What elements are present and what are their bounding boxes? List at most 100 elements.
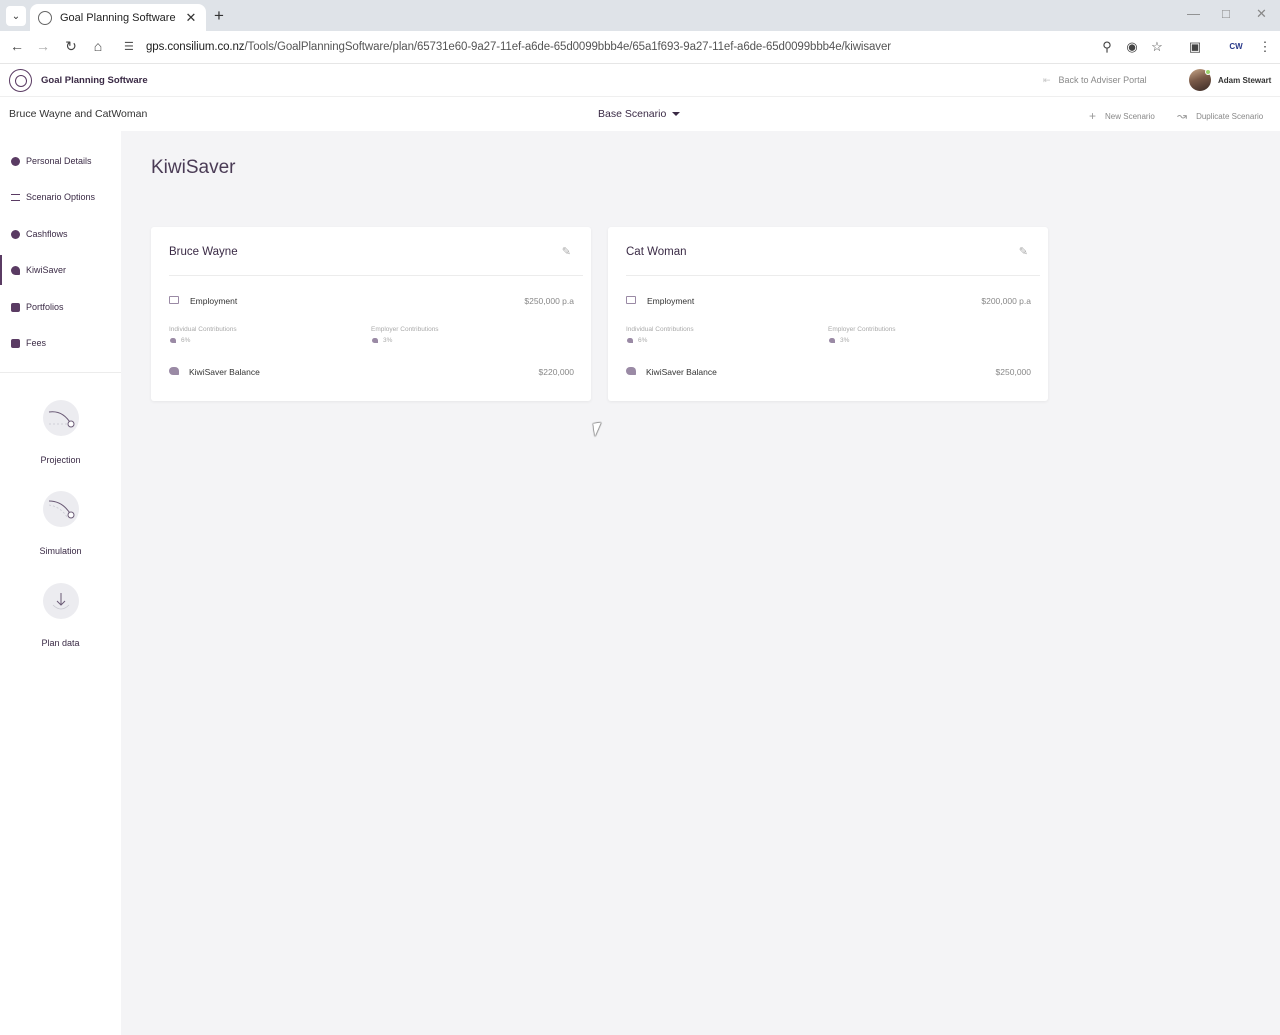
menu-icon[interactable]: ⋮ [1256, 39, 1274, 55]
sidebar-item-kiwisaver[interactable]: KiwiSaver [0, 255, 121, 285]
briefcase-icon [626, 296, 636, 304]
duplicate-scenario-button[interactable]: ↝ Duplicate Scenario [1177, 109, 1263, 123]
user-name[interactable]: Adam Stewart [1218, 76, 1271, 85]
zoom-icon[interactable]: ⚲ [1098, 39, 1116, 55]
new-scenario-button[interactable]: + New Scenario [1089, 109, 1155, 123]
employer-contributions-value: 3% [383, 337, 393, 344]
status-dot [1205, 69, 1211, 75]
sidebar-item-label: Personal Details [26, 156, 92, 166]
kiwisaver-balance-value: $220,000 [538, 367, 574, 377]
url-host: gps.consilium.co.nz [146, 41, 245, 53]
kiwisaver-balance-value: $250,000 [995, 367, 1031, 377]
card-divider [169, 275, 583, 276]
tool-projection[interactable]: Projection [0, 400, 121, 465]
minimize-icon[interactable]: — [1187, 6, 1200, 21]
tool-simulation[interactable]: Simulation [0, 491, 121, 556]
individual-contributions-value: 6% [181, 337, 191, 344]
kiwi-icon [829, 338, 835, 343]
tool-label: Plan data [41, 638, 80, 648]
projection-icon [42, 400, 79, 436]
individual-contributions-label: Individual Contributions [169, 326, 237, 333]
kiwi-icon [169, 367, 179, 375]
reload-icon[interactable]: ↻ [62, 38, 80, 55]
kiwi-icon [170, 338, 176, 343]
app-header: Goal Planning Software ⇤ Back to Adviser … [0, 64, 1280, 97]
back-to-portal-link[interactable]: ⇤ Back to Adviser Portal [1043, 75, 1147, 86]
dollar-circle-icon [11, 229, 20, 239]
plan-header: Bruce Wayne and CatWoman Base Scenario +… [0, 97, 1280, 131]
briefcase-icon [169, 296, 179, 304]
sidebar-item-cashflows[interactable]: Cashflows [0, 219, 121, 249]
eye-icon[interactable]: ◉ [1123, 39, 1141, 55]
scenario-dropdown[interactable]: Base Scenario [598, 108, 681, 120]
tab-title: Goal Planning Software [60, 11, 176, 24]
sidebar-item-label: Cashflows [26, 229, 68, 239]
star-icon[interactable]: ☆ [1148, 39, 1166, 55]
client-name: Bruce Wayne and CatWoman [9, 108, 148, 120]
logo-icon[interactable] [9, 69, 32, 92]
browser-toolbar: ← → ↻ ⌂ ☰ gps.consilium.co.nz/Tools/Goal… [0, 31, 1280, 64]
exit-icon: ⇤ [1043, 75, 1051, 85]
mouse-cursor-icon [593, 422, 603, 437]
employment-value: $250,000 p.a [524, 296, 574, 306]
wallet-icon [11, 338, 20, 348]
kiwi-icon [372, 338, 378, 343]
sidebar-item-fees[interactable]: Fees [0, 328, 121, 358]
kiwi-icon [627, 338, 633, 343]
tool-label: Projection [40, 455, 81, 465]
kiwisaver-balance-label: KiwiSaver Balance [646, 367, 717, 377]
individual-contributions-value: 6% [638, 337, 648, 344]
tab-search-button[interactable]: ⌄ [6, 6, 26, 26]
back-arrow-icon[interactable]: ← [8, 38, 26, 54]
page-title: KiwiSaver [151, 157, 236, 178]
new-tab-button[interactable]: + [214, 6, 224, 26]
simulation-icon [42, 491, 79, 527]
share-icon: ↝ [1177, 109, 1188, 123]
employer-contributions-label: Employer Contributions [371, 326, 439, 333]
kiwi-icon [626, 367, 636, 375]
main-content: KiwiSaver Bruce Wayne ✎ Employment $250,… [121, 131, 1280, 1035]
employment-label: Employment [647, 296, 695, 306]
browser-tab[interactable]: Goal Planning Software ✕ [30, 4, 206, 31]
sidebar-item-label: KiwiSaver [26, 265, 67, 275]
download-icon [42, 583, 79, 619]
briefcase-icon [11, 302, 20, 312]
browser-tab-bar: ⌄ Goal Planning Software ✕ + — □ ✕ [0, 0, 1280, 31]
kiwisaver-card-cat-woman: Cat Woman ✎ Employment $200,000 p.a Indi… [608, 227, 1048, 401]
sidebar-item-personal-details[interactable]: Personal Details [0, 146, 121, 176]
plus-icon: + [1089, 109, 1097, 123]
employment-value: $200,000 p.a [981, 296, 1031, 306]
edit-pencil-icon[interactable]: ✎ [1019, 245, 1028, 258]
kiwisaver-balance-label: KiwiSaver Balance [189, 367, 260, 377]
duplicate-scenario-label: Duplicate Scenario [1196, 111, 1264, 121]
individual-contributions-label: Individual Contributions [626, 326, 694, 333]
kiwi-icon [11, 265, 20, 275]
maximize-icon[interactable]: □ [1222, 6, 1230, 21]
sliders-icon [11, 193, 20, 201]
employer-contributions-value: 3% [840, 337, 850, 344]
favicon-icon [38, 10, 52, 25]
card-divider [626, 275, 1040, 276]
tool-plan-data[interactable]: Plan data [0, 583, 121, 648]
window-close-icon[interactable]: ✕ [1256, 6, 1267, 22]
address-bar[interactable]: gps.consilium.co.nz/Tools/GoalPlanningSo… [146, 41, 891, 53]
extensions-icon[interactable]: ▣ [1186, 39, 1204, 55]
close-icon[interactable]: ✕ [184, 10, 198, 26]
app-title: Goal Planning Software [41, 75, 148, 86]
card-person-name: Cat Woman [626, 246, 687, 258]
forward-arrow-icon[interactable]: → [34, 38, 52, 54]
sidebar-item-portfolios[interactable]: Portfolios [0, 292, 121, 322]
sidebar-item-label: Scenario Options [26, 192, 96, 202]
home-icon[interactable]: ⌂ [89, 38, 107, 54]
chevron-down-icon: ⌄ [11, 10, 21, 22]
sidebar-item-scenario-options[interactable]: Scenario Options [0, 182, 121, 212]
extension-badge[interactable]: CW [1227, 40, 1245, 54]
back-to-portal-label: Back to Adviser Portal [1058, 75, 1147, 85]
employment-label: Employment [190, 296, 238, 306]
employer-contributions-label: Employer Contributions [828, 326, 896, 333]
sidebar-divider [0, 372, 121, 373]
edit-pencil-icon[interactable]: ✎ [562, 245, 571, 258]
caret-down-icon [672, 112, 681, 117]
user-circle-icon [11, 156, 20, 166]
site-settings-icon[interactable]: ☰ [124, 40, 134, 53]
